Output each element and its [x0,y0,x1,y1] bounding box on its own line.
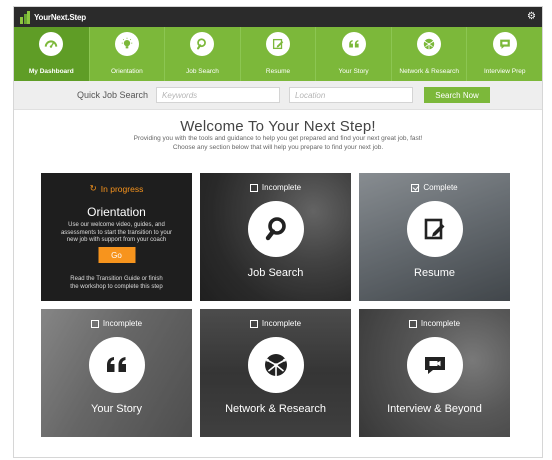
note-line: Read the Transition Guide or finish [70,276,163,282]
nav-label: Job Search [186,68,219,75]
main-nav: My Dashboard Orientation Job Search Resu… [14,27,542,81]
status-in-progress: ↻ In progress [41,183,192,194]
nav-interview-prep[interactable]: Interview Prep [467,27,542,81]
section-tiles: ↻ In progress Orientation Use our welcom… [41,173,511,437]
video-chat-icon [492,32,517,56]
document-pen-icon [266,32,291,56]
status-label: Incomplete [261,319,302,328]
tile-interview-beyond[interactable]: Incomplete Interview & Beyond [359,309,510,437]
checkbox-empty-icon [249,319,258,328]
status-incomplete: Incomplete [200,183,351,192]
welcome-title: Welcome To Your Next Step! [180,118,376,135]
gear-icon[interactable]: ⚙ [527,12,536,22]
refresh-icon: ↻ [89,183,97,193]
nav-my-dashboard[interactable]: My Dashboard [14,27,90,81]
app-logo[interactable]: YourNext.Step [20,10,86,24]
magnifier-icon [190,32,215,56]
magnifier-icon [247,201,304,257]
status-label: Complete [423,183,458,192]
status-label: Incomplete [420,319,461,328]
orientation-description: Use our welcome video, guides, and asses… [51,222,182,245]
tile-title: Interview & Beyond [387,403,482,415]
nav-your-story[interactable]: Your Story [316,27,392,81]
nav-label: Network & Research [399,68,459,75]
checkbox-checked-icon [411,183,420,192]
search-now-button[interactable]: Search Now [424,87,491,103]
nav-resume[interactable]: Resume [241,27,317,81]
network-globe-icon [247,337,304,393]
tile-title: Job Search [247,267,304,279]
quote-icon [88,337,145,393]
app-frame: YourNext.Step ⚙ My Dashboard Orientation… [13,6,543,458]
orientation-note: Read the Transition Guide or finish the … [49,276,184,291]
app-title: YourNext.Step [34,12,86,22]
tile-title: Orientation [87,205,146,219]
nav-job-search[interactable]: Job Search [165,27,241,81]
status-incomplete: Incomplete [200,319,351,328]
tile-title: Resume [414,267,455,279]
note-line: the workshop to complete this step [70,283,163,290]
tile-resume[interactable]: Complete Resume [359,173,510,301]
quick-search-bar: Quick Job Search Search Now [14,81,542,110]
nav-label: Your Story [338,68,369,75]
status-incomplete: Incomplete [41,319,192,328]
tile-your-story[interactable]: Incomplete Your Story [41,309,192,437]
welcome-line-1: Providing you with the tools and guidanc… [133,135,423,142]
checkbox-empty-icon [249,183,258,192]
top-bar: YourNext.Step ⚙ [14,7,542,27]
desc-line: assessments to start the transition to y… [60,229,173,236]
logo-bars-icon [20,10,30,24]
tile-title: Your Story [91,403,142,415]
tile-title: Network & Research [225,403,326,415]
nav-label: My Dashboard [28,68,74,75]
status-label: In progress [100,183,144,194]
nav-label: Resume [265,68,291,75]
lightbulb-icon [114,32,139,56]
video-chat-icon [406,337,463,393]
nav-network-research[interactable]: Network & Research [392,27,468,81]
checkbox-empty-icon [408,319,417,328]
quick-search-label: Quick Job Search [77,90,149,100]
nav-orientation[interactable]: Orientation [90,27,166,81]
quote-icon [341,32,366,56]
keywords-input[interactable] [156,87,281,103]
location-input[interactable] [289,87,414,103]
status-complete: Complete [359,183,510,192]
nav-label: Interview Prep [483,68,526,75]
tile-orientation[interactable]: ↻ In progress Orientation Use our welcom… [41,173,192,301]
checkbox-empty-icon [90,319,99,328]
tile-job-search[interactable]: Incomplete Job Search [200,173,351,301]
desc-line: Use our welcome video, guides, and [68,222,165,228]
dashboard-gauge-icon [39,32,64,56]
tile-network-research[interactable]: Incomplete Network & Research [200,309,351,437]
network-globe-icon [417,32,442,56]
welcome-line-2: Choose any section below that will help … [172,143,384,151]
status-incomplete: Incomplete [359,319,510,328]
status-label: Incomplete [261,183,302,192]
welcome-section: Welcome To Your Next Step! Providing you… [14,118,542,152]
status-label: Incomplete [102,319,143,328]
document-pen-icon [406,201,463,257]
desc-line: new job with support from your coach [66,237,167,243]
go-button[interactable]: Go [98,247,135,263]
nav-label: Orientation [110,68,143,75]
